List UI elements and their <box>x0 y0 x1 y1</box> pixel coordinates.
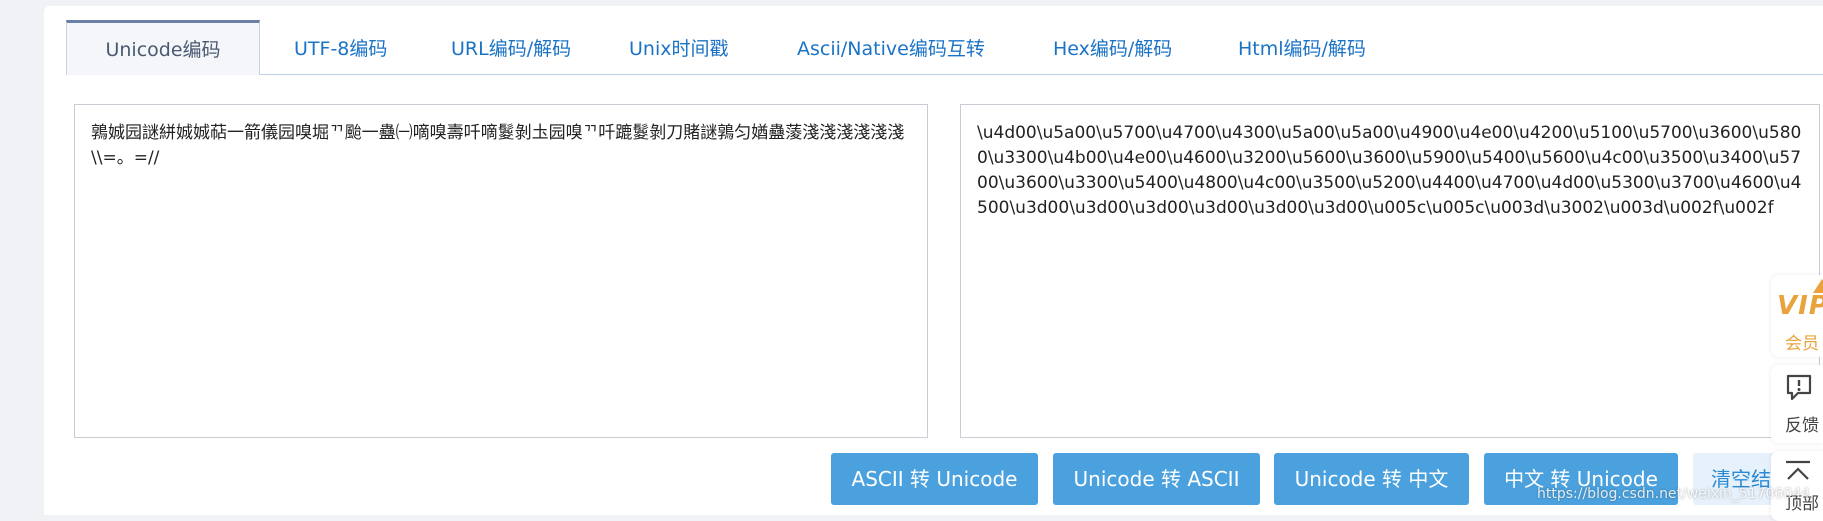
unicode-to-chinese-button[interactable]: Unicode 转 中文 <box>1274 453 1469 505</box>
tab-hex[interactable]: Hex编码/解码 <box>1053 20 1172 74</box>
input-textarea[interactable]: 鶉娍园謎絣娍娍萜一箭儀园嗅堀ᄁ颱一蠱㈠嘀嗅壽吀嘀鬉剝圡园嗅ᄁ吀蹗鬉剝刀賭謎鶉匀媨… <box>74 104 928 438</box>
watermark: https://blog.csdn.net/weixin_51706044 <box>1537 486 1811 502</box>
vip-logo-icon: VIP <box>1777 291 1823 321</box>
tab-html[interactable]: Html编码/解码 <box>1238 20 1366 74</box>
output-textarea[interactable]: \u4d00\u5a00\u5700\u4700\u4300\u5a00\u5a… <box>960 104 1820 438</box>
tab-ascii-native[interactable]: Ascii/Native编码互转 <box>797 20 985 74</box>
tab-bar: Unicode编码 UTF-8编码 URL编码/解码 Unix时间戳 Ascii… <box>66 20 1823 75</box>
ascii-to-unicode-button[interactable]: ASCII 转 Unicode <box>831 453 1038 505</box>
feedback-widget[interactable]: 反馈 <box>1771 365 1823 443</box>
vip-member-widget[interactable]: VIP 会员 <box>1771 275 1823 357</box>
tab-utf8[interactable]: UTF-8编码 <box>294 20 387 74</box>
vip-label: 会员 <box>1785 334 1819 354</box>
tab-unix-timestamp[interactable]: Unix时间戳 <box>629 20 728 74</box>
feedback-icon <box>1786 374 1812 401</box>
tab-url[interactable]: URL编码/解码 <box>451 20 571 74</box>
back-to-top-icon <box>1786 460 1810 480</box>
tab-unicode[interactable]: Unicode编码 <box>66 20 260 75</box>
feedback-label: 反馈 <box>1785 416 1819 436</box>
unicode-to-ascii-button[interactable]: Unicode 转 ASCII <box>1053 453 1260 505</box>
crown-icon <box>1813 279 1823 293</box>
